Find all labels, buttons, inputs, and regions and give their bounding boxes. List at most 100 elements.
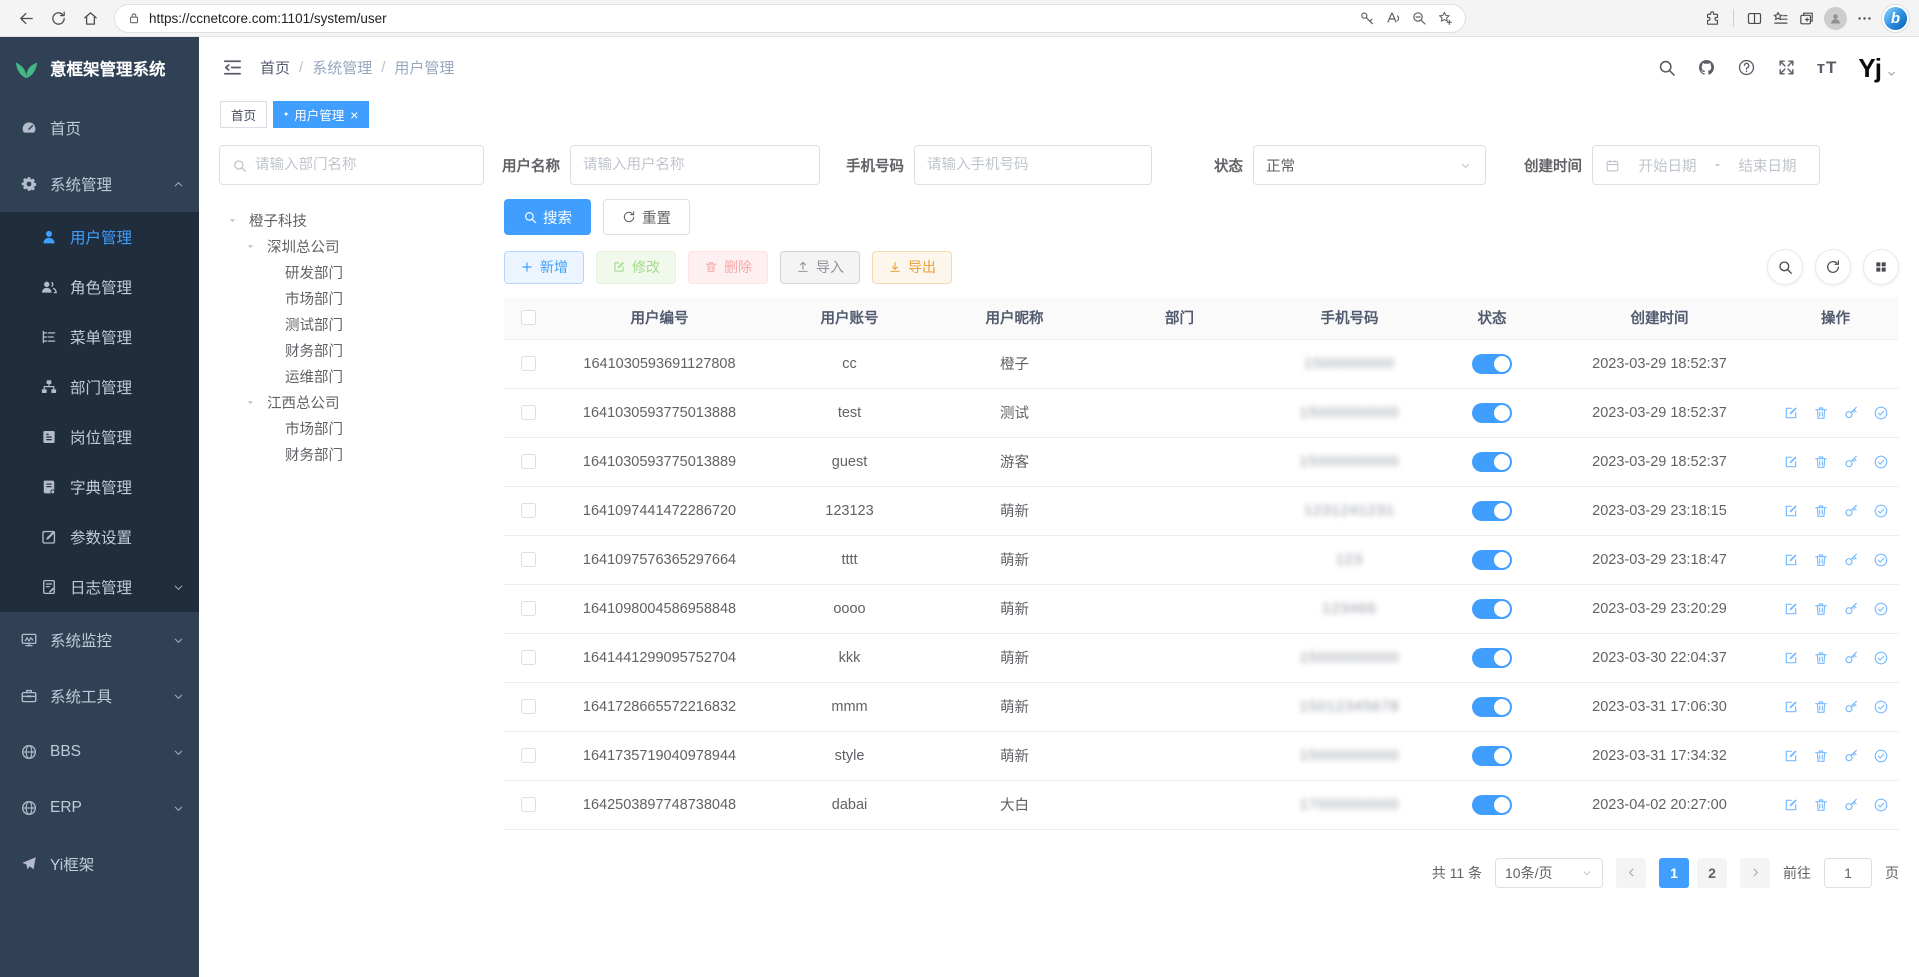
collections-icon[interactable] bbox=[1798, 10, 1815, 27]
read-aloud-icon[interactable] bbox=[1385, 10, 1401, 26]
trash-icon[interactable] bbox=[1813, 699, 1829, 715]
sidebar-item[interactable]: 系统工具 bbox=[0, 668, 199, 724]
zoom-out-icon[interactable] bbox=[1411, 10, 1427, 26]
sidebar-item[interactable]: 参数设置 bbox=[0, 512, 199, 562]
lock-icon[interactable] bbox=[127, 11, 141, 25]
browser-back-button[interactable] bbox=[10, 3, 42, 33]
page-size-select[interactable]: 10条/页 bbox=[1495, 858, 1603, 888]
sidebar-item[interactable]: 系统监控 bbox=[0, 612, 199, 668]
sidebar-item[interactable]: ERP bbox=[0, 780, 199, 836]
sidebar-item[interactable]: 日志管理 bbox=[0, 562, 199, 612]
sidebar-item[interactable]: 字典管理 bbox=[0, 462, 199, 512]
sidebar-item[interactable]: BBS bbox=[0, 724, 199, 780]
browser-menu-icon[interactable] bbox=[1856, 10, 1873, 27]
search-button[interactable]: 搜索 bbox=[504, 199, 591, 235]
trash-icon[interactable] bbox=[1813, 601, 1829, 617]
tree-node[interactable]: 研发部门 bbox=[219, 259, 484, 285]
row-checkbox[interactable] bbox=[521, 503, 536, 518]
assign-role-check-icon[interactable] bbox=[1873, 601, 1889, 617]
tree-node[interactable]: 市场部门 bbox=[219, 415, 484, 441]
row-checkbox[interactable] bbox=[521, 601, 536, 616]
app-logo[interactable]: 意框架管理系统 bbox=[0, 37, 199, 98]
sidebar-item[interactable]: 角色管理 bbox=[0, 262, 199, 312]
import-button[interactable]: 导入 bbox=[780, 251, 860, 284]
tree-caret-icon[interactable] bbox=[245, 397, 263, 408]
delete-button[interactable]: 删除 bbox=[688, 251, 768, 284]
trash-icon[interactable] bbox=[1813, 748, 1829, 764]
row-checkbox[interactable] bbox=[521, 356, 536, 371]
add-button[interactable]: 新增 bbox=[504, 251, 584, 284]
trash-icon[interactable] bbox=[1813, 797, 1829, 813]
browser-home-button[interactable] bbox=[74, 3, 106, 33]
select-all-checkbox[interactable] bbox=[521, 310, 536, 325]
edit-icon[interactable] bbox=[1783, 552, 1799, 568]
trash-icon[interactable] bbox=[1813, 650, 1829, 666]
sidebar-item[interactable]: 系统管理 bbox=[0, 156, 199, 212]
reset-password-key-icon[interactable] bbox=[1843, 552, 1859, 568]
browser-profile-avatar[interactable] bbox=[1824, 7, 1847, 30]
status-select[interactable]: 正常 bbox=[1253, 145, 1486, 185]
sidebar-item[interactable]: Yi框架 bbox=[0, 836, 199, 892]
phone-field[interactable] bbox=[914, 145, 1152, 185]
edit-icon[interactable] bbox=[1783, 650, 1799, 666]
tree-node[interactable]: 橙子科技 bbox=[219, 207, 484, 233]
row-checkbox[interactable] bbox=[521, 699, 536, 714]
row-checkbox[interactable] bbox=[521, 650, 536, 665]
edit-icon[interactable] bbox=[1783, 503, 1799, 519]
reset-button[interactable]: 重置 bbox=[603, 199, 690, 235]
assign-role-check-icon[interactable] bbox=[1873, 552, 1889, 568]
add-favorite-icon[interactable] bbox=[1437, 10, 1453, 26]
edit-icon[interactable] bbox=[1783, 405, 1799, 421]
sidebar-item[interactable]: 菜单管理 bbox=[0, 312, 199, 362]
edit-icon[interactable] bbox=[1783, 699, 1799, 715]
username-field[interactable] bbox=[570, 145, 820, 185]
status-toggle[interactable] bbox=[1472, 403, 1512, 423]
reset-password-key-icon[interactable] bbox=[1843, 650, 1859, 666]
github-icon[interactable] bbox=[1697, 58, 1716, 77]
address-bar[interactable]: https://ccnetcore.com:1101/system/user bbox=[114, 4, 1466, 33]
header-search-icon[interactable] bbox=[1657, 58, 1676, 77]
status-toggle[interactable] bbox=[1472, 501, 1512, 521]
export-button[interactable]: 导出 bbox=[872, 251, 952, 284]
row-checkbox[interactable] bbox=[521, 405, 536, 420]
dept-search-field[interactable] bbox=[219, 145, 484, 185]
font-size-icon[interactable]: тT bbox=[1817, 58, 1838, 78]
next-page-button[interactable] bbox=[1740, 858, 1770, 888]
url-text[interactable]: https://ccnetcore.com:1101/system/user bbox=[149, 11, 387, 26]
tab-close-icon[interactable]: × bbox=[350, 108, 358, 122]
reset-password-key-icon[interactable] bbox=[1843, 601, 1859, 617]
username-input[interactable] bbox=[583, 157, 807, 173]
status-toggle[interactable] bbox=[1472, 452, 1512, 472]
reset-password-key-icon[interactable] bbox=[1843, 503, 1859, 519]
sidebar-item[interactable]: 首页 bbox=[0, 100, 199, 156]
edit-icon[interactable] bbox=[1783, 454, 1799, 470]
reset-password-key-icon[interactable] bbox=[1843, 699, 1859, 715]
status-toggle[interactable] bbox=[1472, 697, 1512, 717]
page-number-button[interactable]: 1 bbox=[1659, 858, 1689, 888]
date-range-picker[interactable]: 开始日期 - 结束日期 bbox=[1592, 145, 1820, 185]
tree-node[interactable]: 财务部门 bbox=[219, 337, 484, 363]
password-key-icon[interactable] bbox=[1359, 10, 1375, 26]
edit-icon[interactable] bbox=[1783, 748, 1799, 764]
status-toggle[interactable] bbox=[1472, 599, 1512, 619]
table-search-toggle-button[interactable] bbox=[1767, 249, 1803, 285]
trash-icon[interactable] bbox=[1813, 454, 1829, 470]
tree-node[interactable]: 市场部门 bbox=[219, 285, 484, 311]
assign-role-check-icon[interactable] bbox=[1873, 650, 1889, 666]
status-toggle[interactable] bbox=[1472, 648, 1512, 668]
edit-icon[interactable] bbox=[1783, 797, 1799, 813]
browser-refresh-button[interactable] bbox=[42, 3, 74, 33]
status-toggle[interactable] bbox=[1472, 354, 1512, 374]
page-number-button[interactable]: 2 bbox=[1697, 858, 1727, 888]
favorites-icon[interactable] bbox=[1772, 10, 1789, 27]
modify-button[interactable]: 修改 bbox=[596, 251, 676, 284]
extensions-icon[interactable] bbox=[1704, 10, 1721, 27]
breadcrumb-item[interactable]: 首页 bbox=[260, 57, 290, 78]
sidebar-fold-icon[interactable] bbox=[221, 56, 244, 79]
tree-caret-icon[interactable] bbox=[245, 241, 263, 252]
column-settings-button[interactable] bbox=[1863, 249, 1899, 285]
assign-role-check-icon[interactable] bbox=[1873, 454, 1889, 470]
assign-role-check-icon[interactable] bbox=[1873, 405, 1889, 421]
assign-role-check-icon[interactable] bbox=[1873, 797, 1889, 813]
reset-password-key-icon[interactable] bbox=[1843, 405, 1859, 421]
